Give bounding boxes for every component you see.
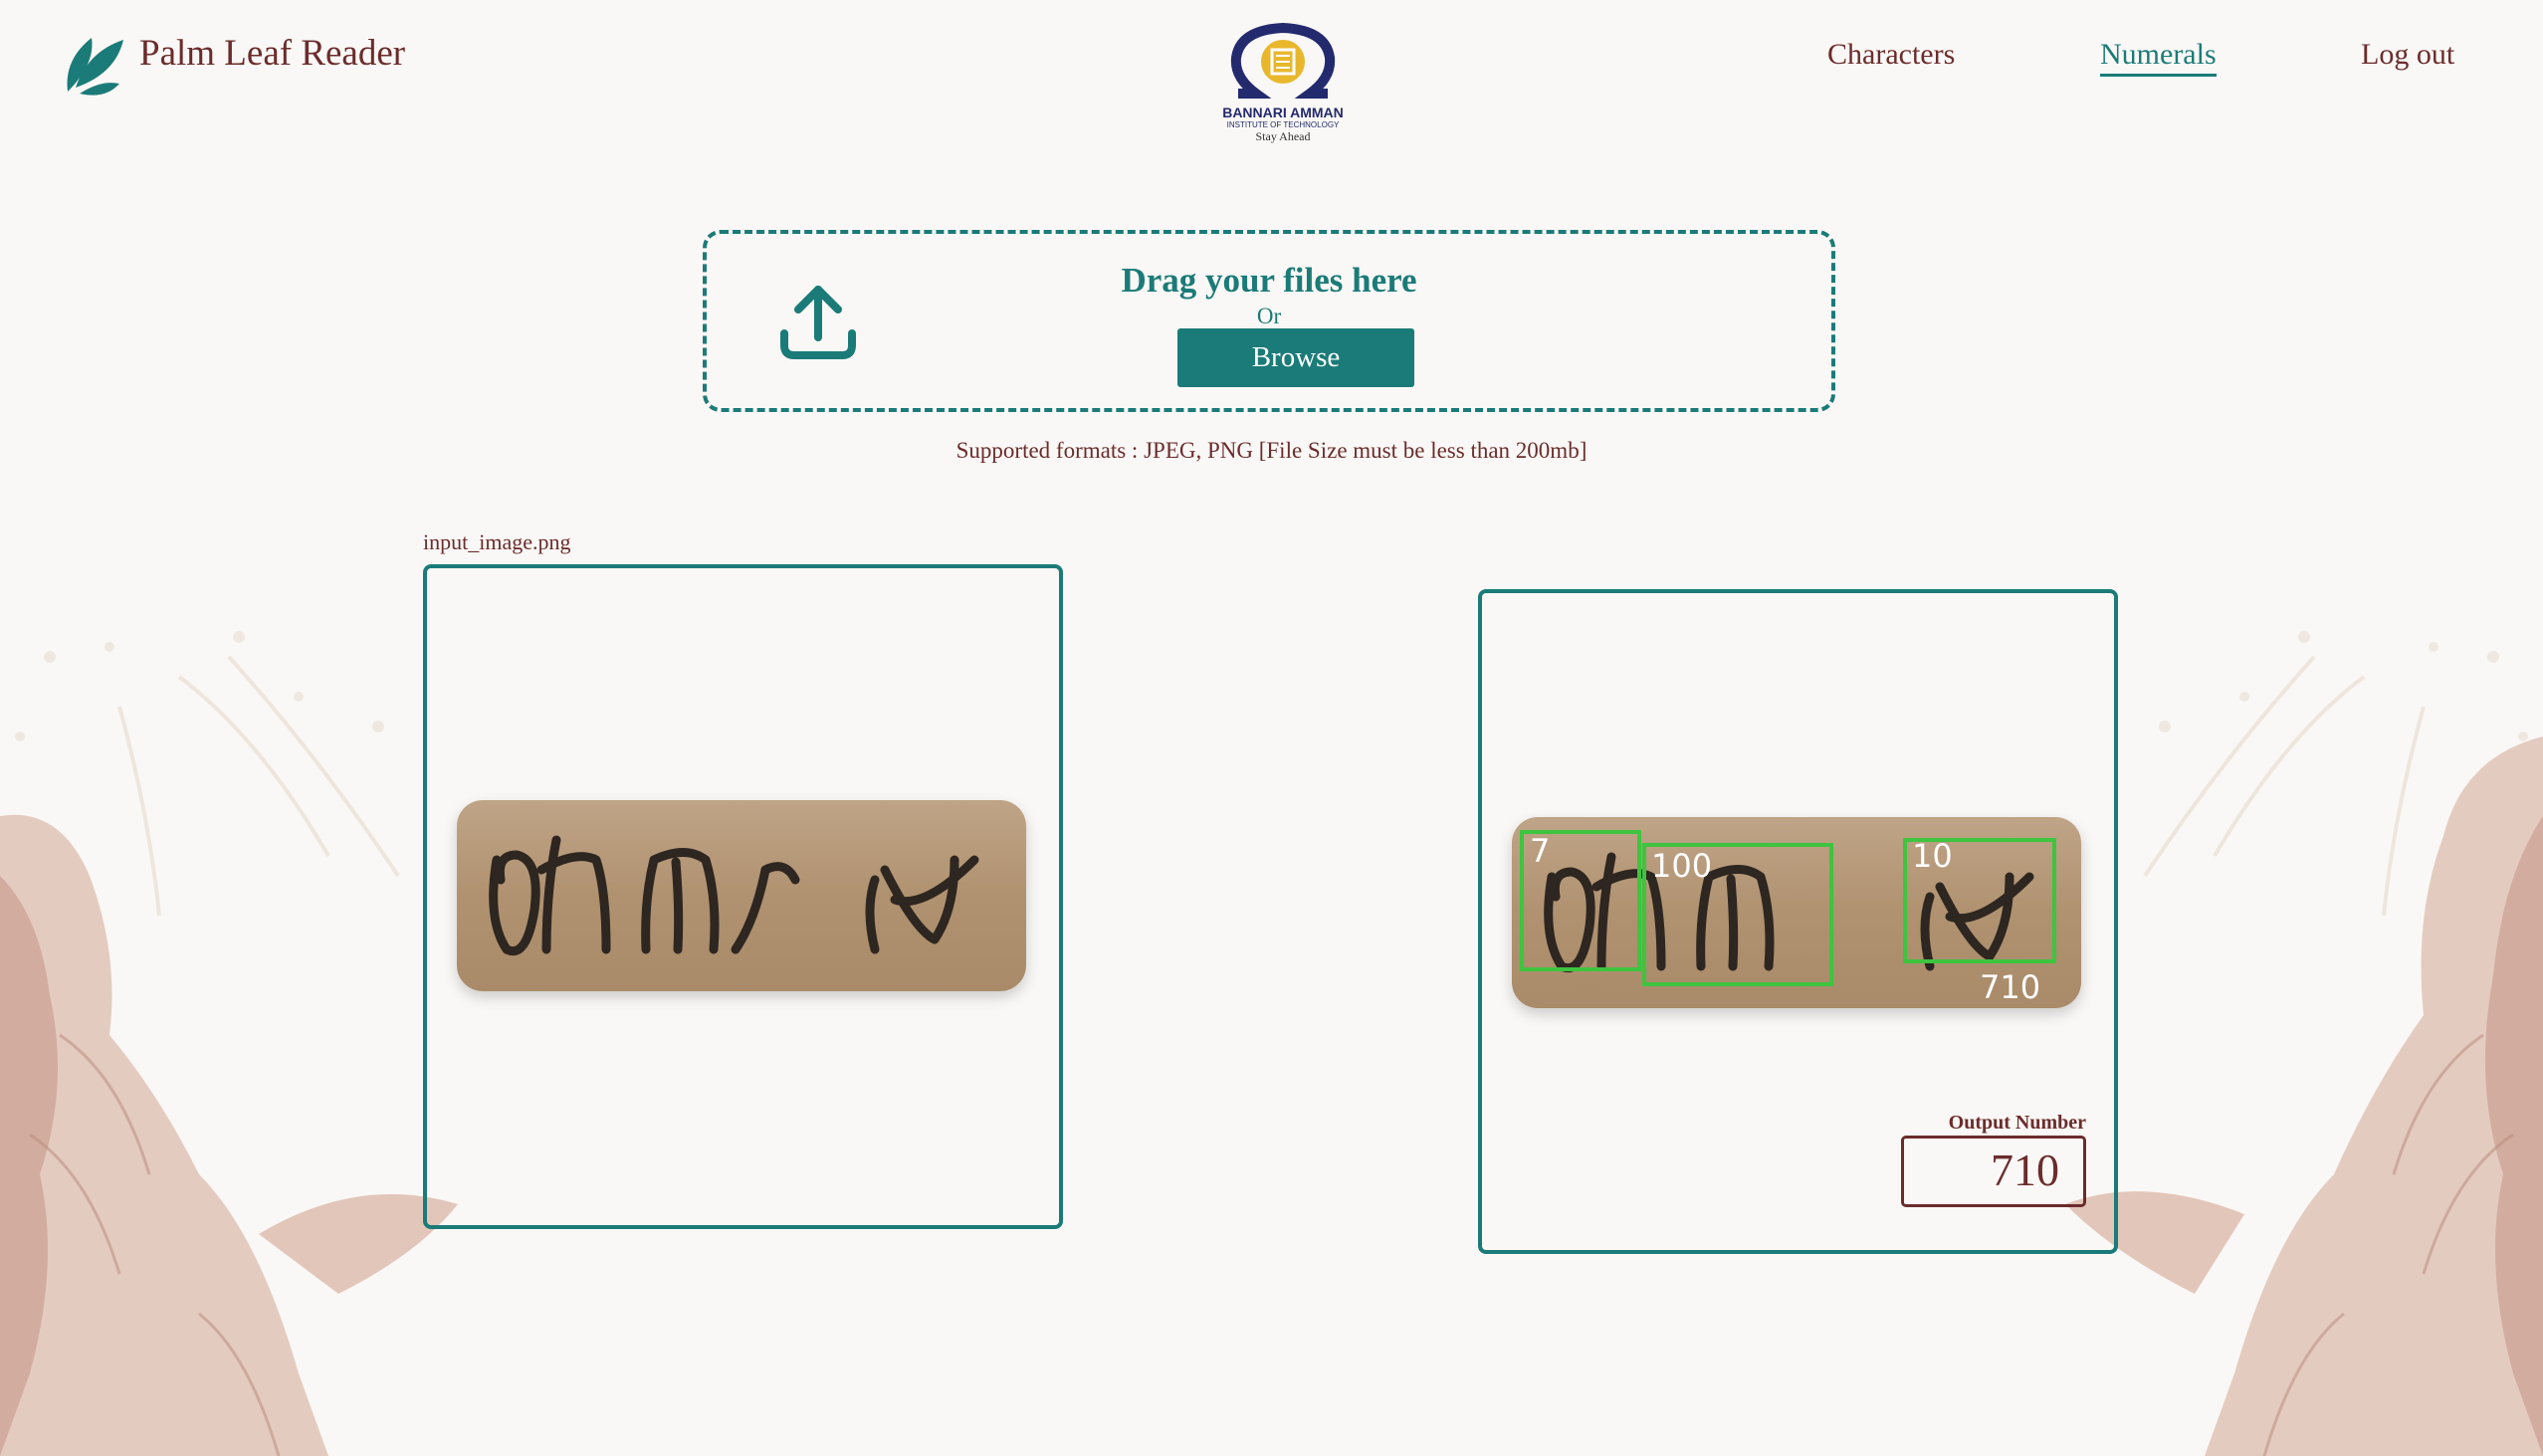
leaf-logo-icon xyxy=(67,38,123,96)
nav-numerals[interactable]: Numerals xyxy=(2100,38,2217,77)
or-text: Or xyxy=(1256,304,1282,328)
overlay-result-label: 710 xyxy=(1980,968,2040,1006)
omega-emblem-icon xyxy=(1230,22,1336,99)
output-palm-leaf-image: 7 100 10 710 xyxy=(1512,817,2081,1008)
input-image-panel xyxy=(423,564,1063,1229)
institution-subtitle: INSTITUTE OF TECHNOLOGY xyxy=(1226,120,1340,129)
nav-logout[interactable]: Log out xyxy=(2361,38,2454,72)
institution-logo: BANNARI AMMAN INSTITUTE OF TECHNOLOGY St… xyxy=(1216,22,1350,143)
detection-label: 7 xyxy=(1530,832,1550,870)
app-title: Palm Leaf Reader xyxy=(139,33,406,74)
file-drop-zone[interactable]: Drag your files here Or Browse xyxy=(703,230,1835,412)
supported-formats-text: Supported formats : JPEG, PNG [File Size… xyxy=(955,438,1588,463)
output-number-label: Output Number xyxy=(1948,1112,2086,1134)
browse-button[interactable]: Browse xyxy=(1177,328,1414,387)
detection-label: 10 xyxy=(1912,837,1953,875)
brand[interactable]: Palm Leaf Reader xyxy=(62,30,405,96)
output-number-field: 710 xyxy=(1901,1136,2086,1207)
input-file-name: input_image.png xyxy=(423,529,571,554)
drag-files-text: Drag your files here xyxy=(1121,261,1417,300)
output-image-panel: 7 100 10 710 Output Number 710 xyxy=(1478,589,2118,1254)
institution-tagline: Stay Ahead xyxy=(1255,129,1311,143)
detection-label: 100 xyxy=(1651,847,1712,885)
input-palm-leaf-image xyxy=(457,800,1026,991)
nav-characters[interactable]: Characters xyxy=(1827,38,1955,72)
institution-name: BANNARI AMMAN xyxy=(1222,104,1344,120)
